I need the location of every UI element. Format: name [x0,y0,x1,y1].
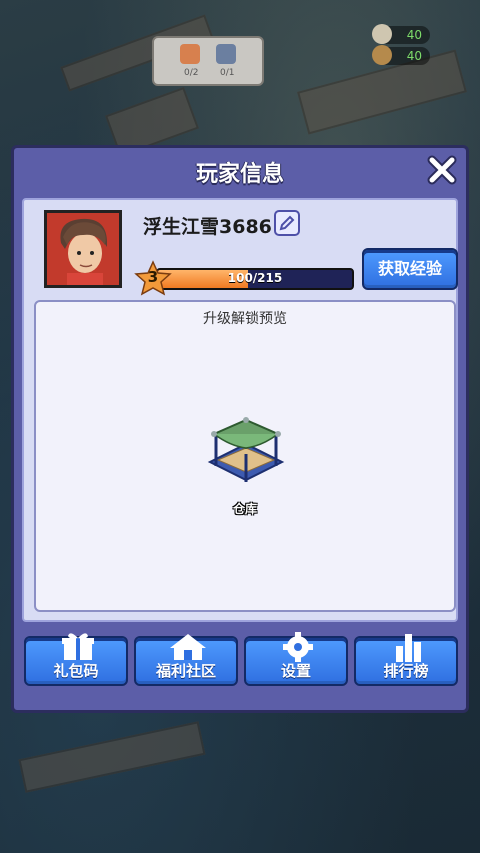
modal-title: 玩家信息 [195,162,284,187]
gear-icon [283,632,313,662]
pencil-icon [279,215,295,231]
request-count-1: 0/2 [184,68,199,78]
welfare-community-label: 福利社区 [155,662,216,680]
bottom-button-bar: 礼包码 福利社区 设置 排行榜 [22,632,462,696]
resource-counter-2: 40 [372,45,430,65]
meat-icon [180,44,200,64]
gift-code-button[interactable]: 礼包码 [24,633,128,686]
player-avatar[interactable] [44,210,122,288]
player-name: 浮生江雪3686 [143,216,272,238]
resource-counter-1: 40 [372,24,430,44]
wood-icon [372,45,392,65]
player-info-modal: 玩家信息 浮生江雪3686 100/215 3 获取经验 升级解锁预览 仓库 礼… [11,145,469,713]
resource-request-bubble: 0/2 0/1 [152,36,264,86]
request-count-2: 0/1 [220,68,235,78]
stone-icon [372,24,392,44]
player-level: 3 [147,268,159,286]
gift-icon [62,633,94,660]
warehouse-building-icon[interactable] [206,414,286,500]
settings-button[interactable]: 设置 [244,632,348,686]
avatar-portrait-icon [47,213,119,285]
close-icon [427,155,457,185]
leaderboard-button[interactable]: 排行榜 [354,634,458,686]
barrel-icon [216,44,236,64]
edit-name-button[interactable] [274,210,300,236]
xp-progress-bar: 100/215 [156,268,354,290]
unlock-preview-title: 升级解锁预览 [203,311,287,327]
building-name-label: 仓库 [232,502,257,516]
modal-header: 玩家信息 [14,148,466,194]
home-icon [170,634,206,660]
unlock-preview-panel: 升级解锁预览 仓库 [34,300,456,612]
close-button[interactable] [426,154,458,186]
leaderboard-label: 排行榜 [383,662,429,680]
welfare-community-button[interactable]: 福利社区 [134,634,238,686]
modal-content-panel: 浮生江雪3686 100/215 3 获取经验 升级解锁预览 仓库 [22,198,458,622]
get-exp-button[interactable]: 获取经验 [362,248,458,290]
gift-code-label: 礼包码 [53,662,99,680]
bar-chart-icon [396,634,421,662]
settings-label: 设置 [280,662,311,680]
xp-progress-text: 100/215 [227,271,283,285]
